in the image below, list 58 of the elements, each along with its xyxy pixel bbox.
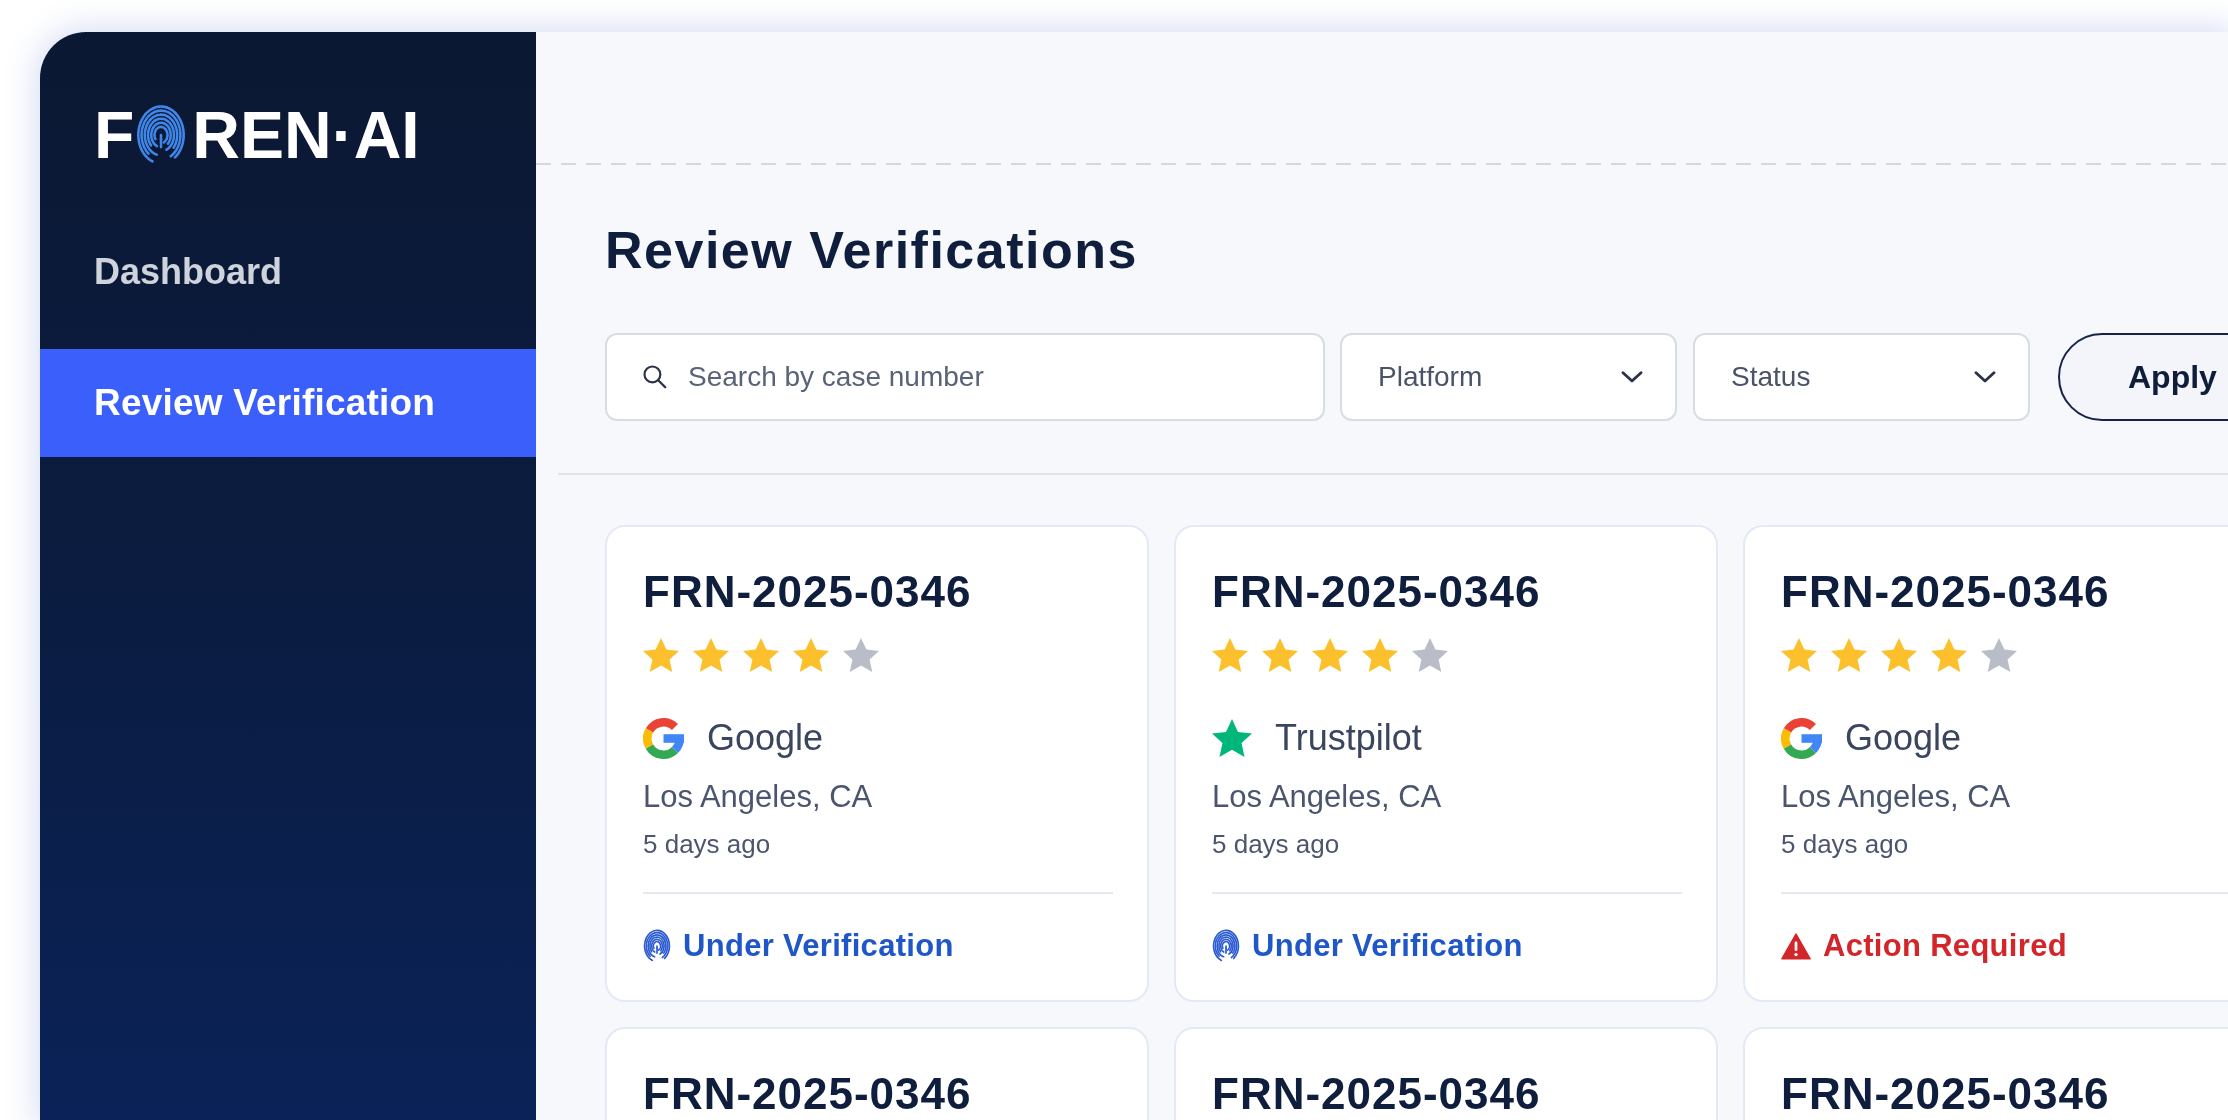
case-card[interactable]: FRN-2025-0346 (1174, 1027, 1718, 1120)
star-icon (1362, 638, 1398, 672)
filter-dropdown[interactable]: Status (1693, 333, 2030, 421)
case-title: FRN-2025-0346 (643, 569, 972, 615)
status-label: Under Verification (1252, 928, 1523, 964)
status-label: Under Verification (683, 928, 954, 964)
case-card[interactable]: FRN-2025-0346 Google Los Angeles, CA 5 days ago Action Required (1743, 525, 2228, 1002)
star-icon (1312, 638, 1348, 672)
chevron-down-icon (1621, 371, 1643, 383)
fingerprint-icon (136, 104, 187, 166)
star-icon (1831, 638, 1867, 672)
time-text: 5 days ago (643, 828, 771, 860)
location-text: Los Angeles, CA (1212, 778, 1442, 815)
search-field[interactable]: Search by case number (605, 333, 1325, 421)
apply-button[interactable]: Apply (2058, 333, 2228, 421)
star-icon (843, 638, 879, 672)
case-title: FRN-2025-0346 (643, 1071, 972, 1117)
case-card[interactable]: FRN-2025-0346 Google Los Angeles, CA 5 days ago Under Verification (605, 525, 1149, 1002)
location-text: Los Angeles, CA (643, 778, 873, 815)
google-logo-icon (643, 717, 684, 759)
logo-text: REN·AI (192, 102, 420, 168)
star-icon (793, 638, 829, 672)
star-icon (1881, 638, 1917, 672)
sidebar-item[interactable]: Review Verification (40, 349, 536, 457)
star-icon (643, 638, 679, 672)
star-icon (1931, 638, 1967, 672)
location-text: Los Angeles, CA (1781, 778, 2011, 815)
case-card[interactable]: FRN-2025-0346 Trustpilot Los Angeles, CA 5 days ago Under Verification (1174, 525, 1718, 1002)
star-icon (1412, 638, 1448, 672)
case-title: FRN-2025-0346 (1212, 569, 1541, 615)
time-text: 5 days ago (1212, 828, 1340, 860)
status-label: Action Required (1823, 928, 2067, 964)
filter-dropdown[interactable]: Platform (1340, 333, 1677, 421)
time-text: 5 days ago (1781, 828, 1909, 860)
case-title: FRN-2025-0346 (1212, 1071, 1541, 1117)
star-icon (1212, 638, 1248, 672)
star-icon (1981, 638, 2017, 672)
star-icon (693, 638, 729, 672)
case-title: FRN-2025-0346 (1781, 569, 2110, 615)
trustpilot-logo-icon (1212, 719, 1252, 757)
star-icon (1262, 638, 1298, 672)
search-icon (642, 364, 667, 389)
platform-name: Trustpilot (1275, 716, 1422, 760)
case-title: FRN-2025-0346 (1781, 1071, 2110, 1117)
fingerprint-icon (1212, 929, 1240, 963)
platform-name: Google (1845, 716, 1962, 760)
star-icon (743, 638, 779, 672)
warning-icon (1781, 932, 1811, 960)
sidebar-item[interactable]: Dashboard (40, 218, 536, 326)
page-title: Review Verifications (605, 220, 1138, 280)
star-icon (1781, 638, 1817, 672)
case-card[interactable]: FRN-2025-0346 (605, 1027, 1149, 1120)
chevron-down-icon (1974, 371, 1996, 383)
google-logo-icon (1781, 717, 1822, 759)
fingerprint-icon (643, 929, 671, 963)
case-card[interactable]: FRN-2025-0346 (1743, 1027, 2228, 1120)
platform-name: Google (707, 716, 824, 760)
logo-text: F (94, 102, 135, 168)
